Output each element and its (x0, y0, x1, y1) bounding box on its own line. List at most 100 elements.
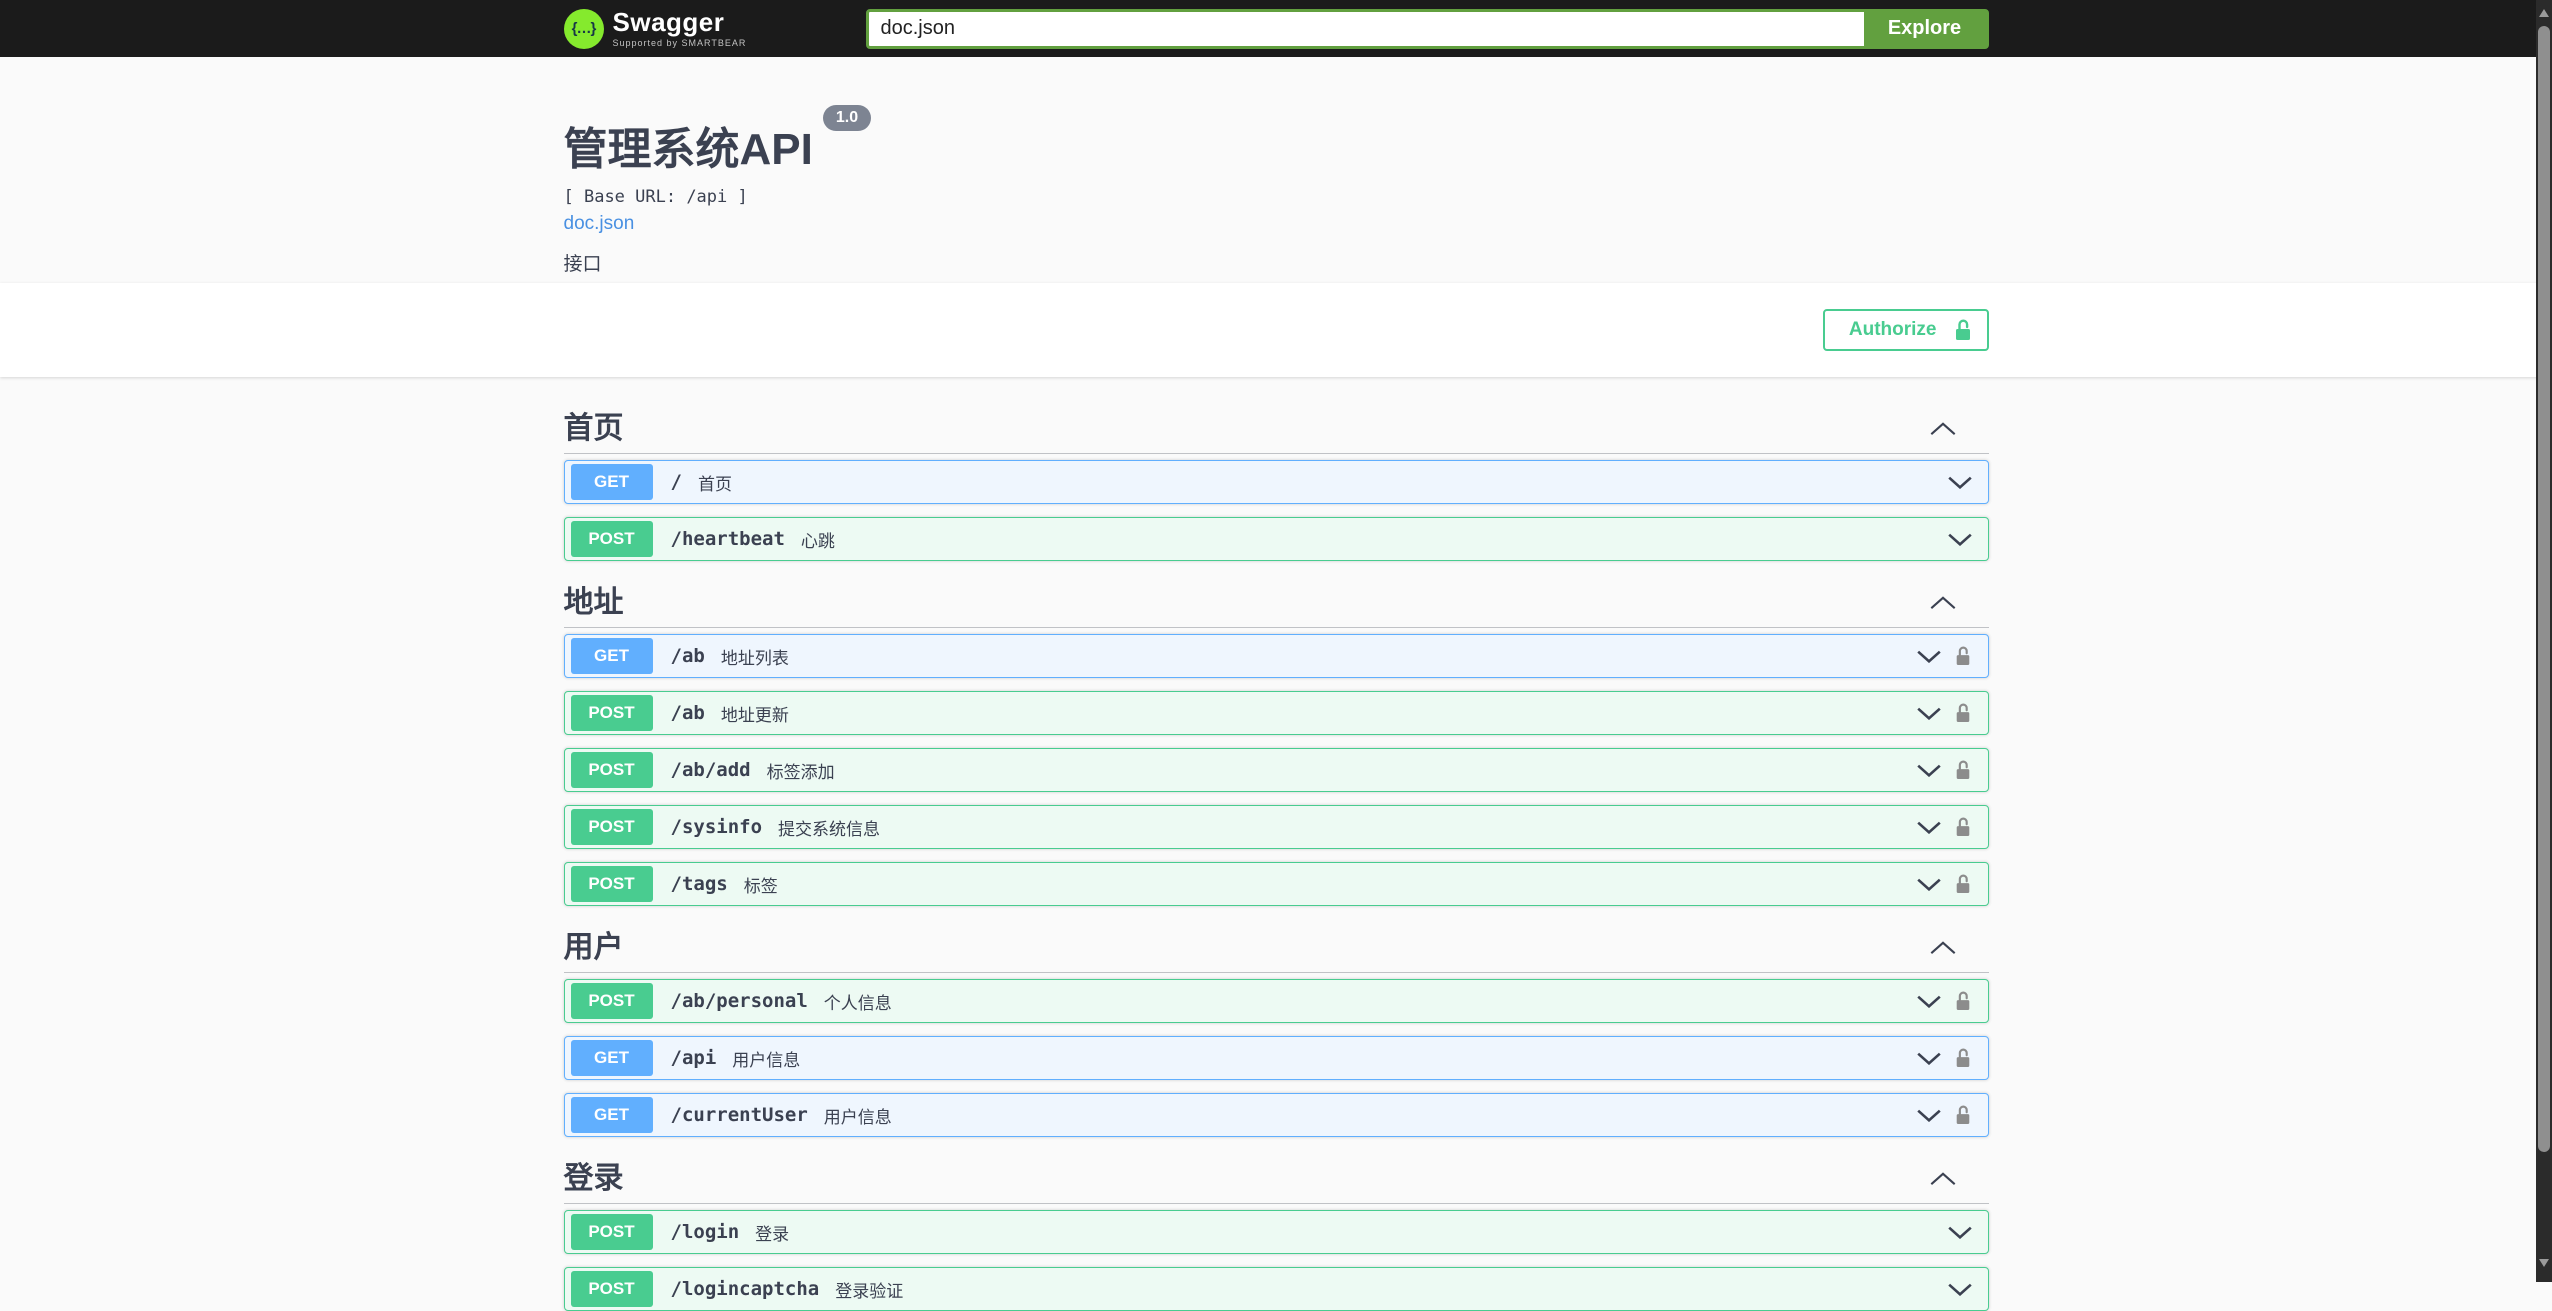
chevron-down-icon (1916, 878, 1941, 891)
api-description: 接口 (563, 254, 602, 275)
operation-path: /sysinfo (670, 816, 763, 838)
section-header[interactable]: 地址 (563, 581, 1989, 628)
operation-summary: 地址列表 (720, 648, 789, 668)
lock-icon (1956, 703, 1969, 722)
auth-lock-button[interactable] (1954, 1047, 1972, 1069)
collapse-control[interactable] (1930, 1172, 1956, 1186)
chevron-up-icon (1930, 1172, 1955, 1185)
operation-summary: 登录验证 (835, 1281, 904, 1301)
operation-summary: 用户信息 (823, 1107, 892, 1127)
operation-row[interactable]: GET /api 用户信息 (563, 1036, 1989, 1080)
auth-lock-button[interactable] (1954, 1104, 1972, 1126)
operation-path: /currentUser (670, 1104, 808, 1126)
expand-control[interactable] (1916, 650, 1941, 663)
operation-path: /ab (670, 702, 705, 724)
spec-link[interactable]: doc.json (564, 213, 635, 235)
operation-row[interactable]: POST /heartbeat 心跳 (563, 517, 1989, 561)
collapse-control[interactable] (1930, 596, 1956, 610)
operation-path: /login (670, 1221, 740, 1243)
auth-lock-button[interactable] (1954, 816, 1972, 838)
tag-section-home: 首页 GET / 首页 POST /heartbeat 心跳 (563, 407, 1989, 561)
chevron-down-icon (1947, 1226, 1972, 1239)
scrollbar-thumb[interactable] (2538, 26, 2550, 1152)
expand-control[interactable] (1947, 1283, 1972, 1296)
operation-row[interactable]: GET /currentUser 用户信息 (563, 1093, 1989, 1137)
auth-lock-button[interactable] (1954, 645, 1972, 667)
method-badge: GET (570, 1097, 653, 1133)
collapse-control[interactable] (1930, 941, 1956, 955)
auth-lock-button[interactable] (1954, 990, 1972, 1012)
operation-path: / (670, 471, 682, 493)
tag-section-user: 用户 POST /ab/personal 个人信息 GET /api 用户信息 … (563, 926, 1989, 1137)
chevron-down-icon (1916, 1052, 1941, 1065)
tag-section-address: 地址 GET /ab 地址列表 POST /ab 地址更新 POST /ab/a… (563, 581, 1989, 906)
section-header[interactable]: 首页 (563, 407, 1989, 454)
collapse-control[interactable] (1930, 422, 1956, 436)
chevron-down-icon (1947, 476, 1972, 489)
spec-url-form: Explore (865, 8, 1989, 49)
swagger-logo-glyph: {…} (571, 20, 597, 37)
expand-control[interactable] (1947, 476, 1972, 489)
auth-lock-button[interactable] (1954, 873, 1972, 895)
explore-button[interactable]: Explore (1863, 11, 1986, 46)
page-title: 管理系统API (563, 125, 813, 174)
expand-control[interactable] (1916, 821, 1941, 834)
operation-row[interactable]: GET /ab 地址列表 (563, 634, 1989, 678)
expand-control[interactable] (1916, 1109, 1941, 1122)
expand-control[interactable] (1947, 533, 1972, 546)
chevron-up-icon (1930, 596, 1955, 609)
expand-control[interactable] (1916, 995, 1941, 1008)
tag-section-login: 登录 POST /login 登录 POST /logincaptcha 登录验… (563, 1157, 1989, 1311)
section-header[interactable]: 登录 (563, 1157, 1989, 1204)
operation-summary: 首页 (697, 474, 732, 494)
lock-icon (1956, 646, 1969, 665)
auth-lock-button[interactable] (1954, 759, 1972, 781)
operation-row[interactable]: POST /tags 标签 (563, 862, 1989, 906)
method-badge: POST (570, 521, 653, 557)
expand-control[interactable] (1916, 764, 1941, 777)
operation-row[interactable]: GET / 首页 (563, 460, 1989, 504)
method-badge: POST (570, 1214, 653, 1250)
lock-icon (1956, 1048, 1969, 1067)
lock-icon (1956, 874, 1969, 893)
lock-icon (1956, 817, 1969, 836)
operations-container: 首页 GET / 首页 POST /heartbeat 心跳 地址 GET /a… (563, 377, 1989, 1311)
base-url: [ Base URL: /api ] (563, 187, 748, 207)
scroll-down-button[interactable] (2536, 1252, 2552, 1274)
operation-summary: 个人信息 (823, 993, 892, 1013)
scroll-up-button[interactable] (2536, 2, 2552, 24)
operation-path: /tags (670, 873, 728, 895)
operation-path: /heartbeat (670, 528, 785, 550)
operation-summary: 提交系统信息 (778, 819, 881, 839)
expand-control[interactable] (1916, 1052, 1941, 1065)
chevron-down-icon (1916, 995, 1941, 1008)
method-badge: POST (570, 1271, 653, 1307)
chevron-down-icon (1916, 821, 1941, 834)
operation-row[interactable]: POST /logincaptcha 登录验证 (563, 1267, 1989, 1311)
expand-control[interactable] (1916, 707, 1941, 720)
expand-control[interactable] (1916, 878, 1941, 891)
spec-url-input[interactable] (868, 11, 1864, 46)
operation-row[interactable]: POST /sysinfo 提交系统信息 (563, 805, 1989, 849)
operation-row[interactable]: POST /ab/personal 个人信息 (563, 979, 1989, 1023)
scheme-container: Authorize (0, 283, 2552, 377)
operation-summary: 标签 (743, 876, 778, 896)
operation-row[interactable]: POST /ab/add 标签添加 (563, 748, 1989, 792)
operation-row[interactable]: POST /login 登录 (563, 1210, 1989, 1254)
section-title: 登录 (563, 1162, 624, 1195)
authorize-button[interactable]: Authorize (1822, 309, 1989, 351)
operation-summary: 用户信息 (732, 1050, 801, 1070)
lock-icon (1956, 760, 1969, 779)
operation-row[interactable]: POST /ab 地址更新 (563, 691, 1989, 735)
operation-path: /ab/add (670, 759, 751, 781)
operation-summary: 登录 (755, 1224, 790, 1244)
swagger-brand[interactable]: {…} Swagger Supported by SMARTBEAR (563, 8, 747, 49)
operation-summary: 心跳 (800, 531, 835, 551)
chevron-up-icon (1930, 941, 1955, 954)
auth-lock-button[interactable] (1954, 702, 1972, 724)
chevron-down-icon (1916, 1109, 1941, 1122)
section-title: 首页 (563, 412, 624, 445)
expand-control[interactable] (1947, 1226, 1972, 1239)
section-header[interactable]: 用户 (563, 926, 1989, 973)
operation-summary: 标签添加 (766, 762, 835, 782)
